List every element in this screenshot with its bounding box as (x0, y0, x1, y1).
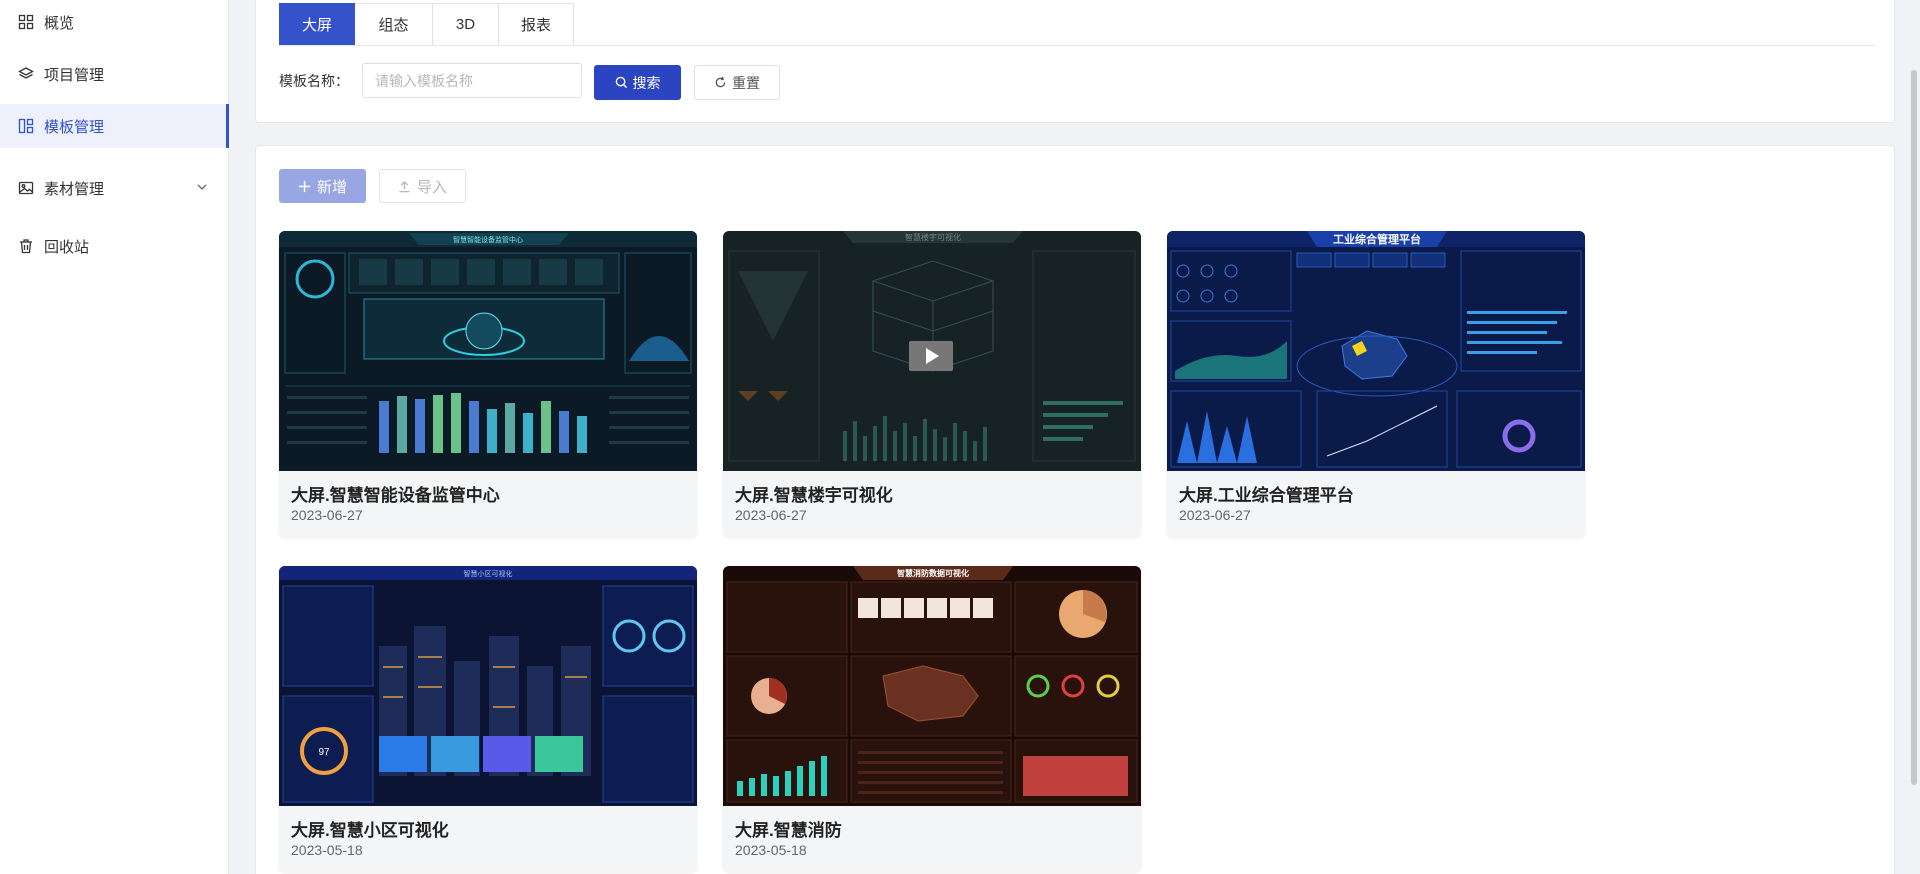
sidebar-item-recycle-bin[interactable]: 回收站 (0, 224, 229, 268)
reset-button[interactable]: 重置 (694, 65, 780, 100)
thumbnail-title: 智慧智能设备监管中心 (453, 235, 523, 244)
sidebar-item-assets[interactable]: 素材管理 (0, 166, 229, 210)
card-date: 2023-05-18 (735, 842, 807, 858)
template-name-label: 模板名称： (279, 73, 349, 89)
card-title: 大屏.工业综合管理平台 (1179, 486, 1354, 505)
image-icon (17, 180, 34, 197)
add-button[interactable]: 新增 (279, 169, 366, 203)
layers-icon (17, 66, 34, 83)
sidebar-item-overview[interactable]: 概览 (0, 0, 229, 44)
template-card[interactable]: 智慧楼宇可视化 大屏.智慧楼宇可视化 2023-06-27 (723, 231, 1141, 537)
sidebar: 概览 项目管理 模板管理 素材管理 回收站 (0, 0, 229, 874)
card-title: 大屏.智慧小区可视化 (291, 821, 449, 840)
template-name-input[interactable] (362, 63, 582, 98)
tab-dashboard[interactable]: 大屏 (279, 3, 355, 46)
card-title: 大屏.智慧消防 (735, 821, 842, 840)
template-thumbnail: 智慧智能设备监管中心 (279, 231, 697, 471)
template-thumbnail: 智慧楼宇可视化 (723, 231, 1141, 471)
svg-text:97: 97 (318, 747, 330, 758)
plus-icon (298, 180, 311, 192)
thumbnail-title: 智慧楼宇可视化 (905, 232, 961, 242)
sidebar-item-label: 模板管理 (44, 118, 105, 136)
grid-icon (17, 14, 34, 31)
tab-bar: 大屏 组态 3D 报表 (279, 3, 574, 46)
template-thumbnail: 工业综合管理平台 (1167, 231, 1585, 471)
card-title: 大屏.智慧智能设备监管中心 (291, 486, 500, 505)
sidebar-item-label: 素材管理 (44, 180, 105, 198)
chevron-down-icon[interactable] (195, 180, 209, 194)
template-thumbnail: 智慧小区可视化 97 (279, 566, 697, 806)
template-card[interactable]: 智慧消防数据可视化 大屏.智慧消防 2023-05-18 (723, 566, 1141, 872)
reset-button-label: 重置 (732, 74, 760, 91)
import-button[interactable]: 导入 (379, 169, 466, 203)
thumbnail-title: 智慧消防数据可视化 (897, 568, 969, 578)
template-thumbnail: 智慧消防数据可视化 (723, 566, 1141, 806)
import-button-label: 导入 (416, 178, 447, 196)
card-date: 2023-05-18 (291, 842, 363, 858)
template-icon (17, 118, 34, 135)
sidebar-item-label: 项目管理 (44, 66, 105, 84)
template-card[interactable]: 智慧智能设备监管中心 大屏.智慧智能设备监管中心 2023-06-27 (279, 231, 697, 537)
template-list-panel: 新增 导入 智慧智能设备监管中心 大屏.智慧智能设备监管中心 2023-06-2… (255, 145, 1895, 874)
search-icon (615, 76, 627, 89)
card-date: 2023-06-27 (291, 507, 363, 523)
sidebar-item-label: 回收站 (44, 238, 90, 256)
add-button-label: 新增 (316, 178, 347, 196)
card-date: 2023-06-27 (735, 507, 807, 523)
search-button-label: 搜索 (632, 74, 661, 91)
sidebar-item-label: 概览 (44, 14, 75, 32)
thumbnail-title: 工业综合管理平台 (1333, 232, 1421, 246)
thumbnail-title: 智慧小区可视化 (464, 569, 513, 578)
sidebar-item-projects[interactable]: 项目管理 (0, 52, 229, 96)
filter-panel: 大屏 组态 3D 报表 模板名称： 搜索 重置 (255, 0, 1895, 123)
tab-report[interactable]: 报表 (499, 3, 574, 46)
template-card[interactable]: 智慧小区可视化 97 大屏.智慧小区可视化 2023-05-18 (279, 566, 697, 872)
card-date: 2023-06-27 (1179, 507, 1251, 523)
template-card[interactable]: 工业综合管理平台 大屏.工业综合管理平台 2023-06-27 (1167, 231, 1585, 537)
tab-3d[interactable]: 3D (433, 3, 499, 46)
refresh-icon (715, 76, 726, 88)
card-title: 大屏.智慧楼宇可视化 (735, 486, 893, 505)
tab-configuration[interactable]: 组态 (355, 3, 433, 46)
sidebar-item-templates[interactable]: 模板管理 (0, 104, 229, 148)
trash-icon (17, 238, 34, 255)
tab-divider (279, 45, 1875, 46)
page-scrollbar[interactable] (1911, 70, 1917, 785)
upload-icon (399, 180, 410, 192)
search-button[interactable]: 搜索 (594, 65, 681, 100)
